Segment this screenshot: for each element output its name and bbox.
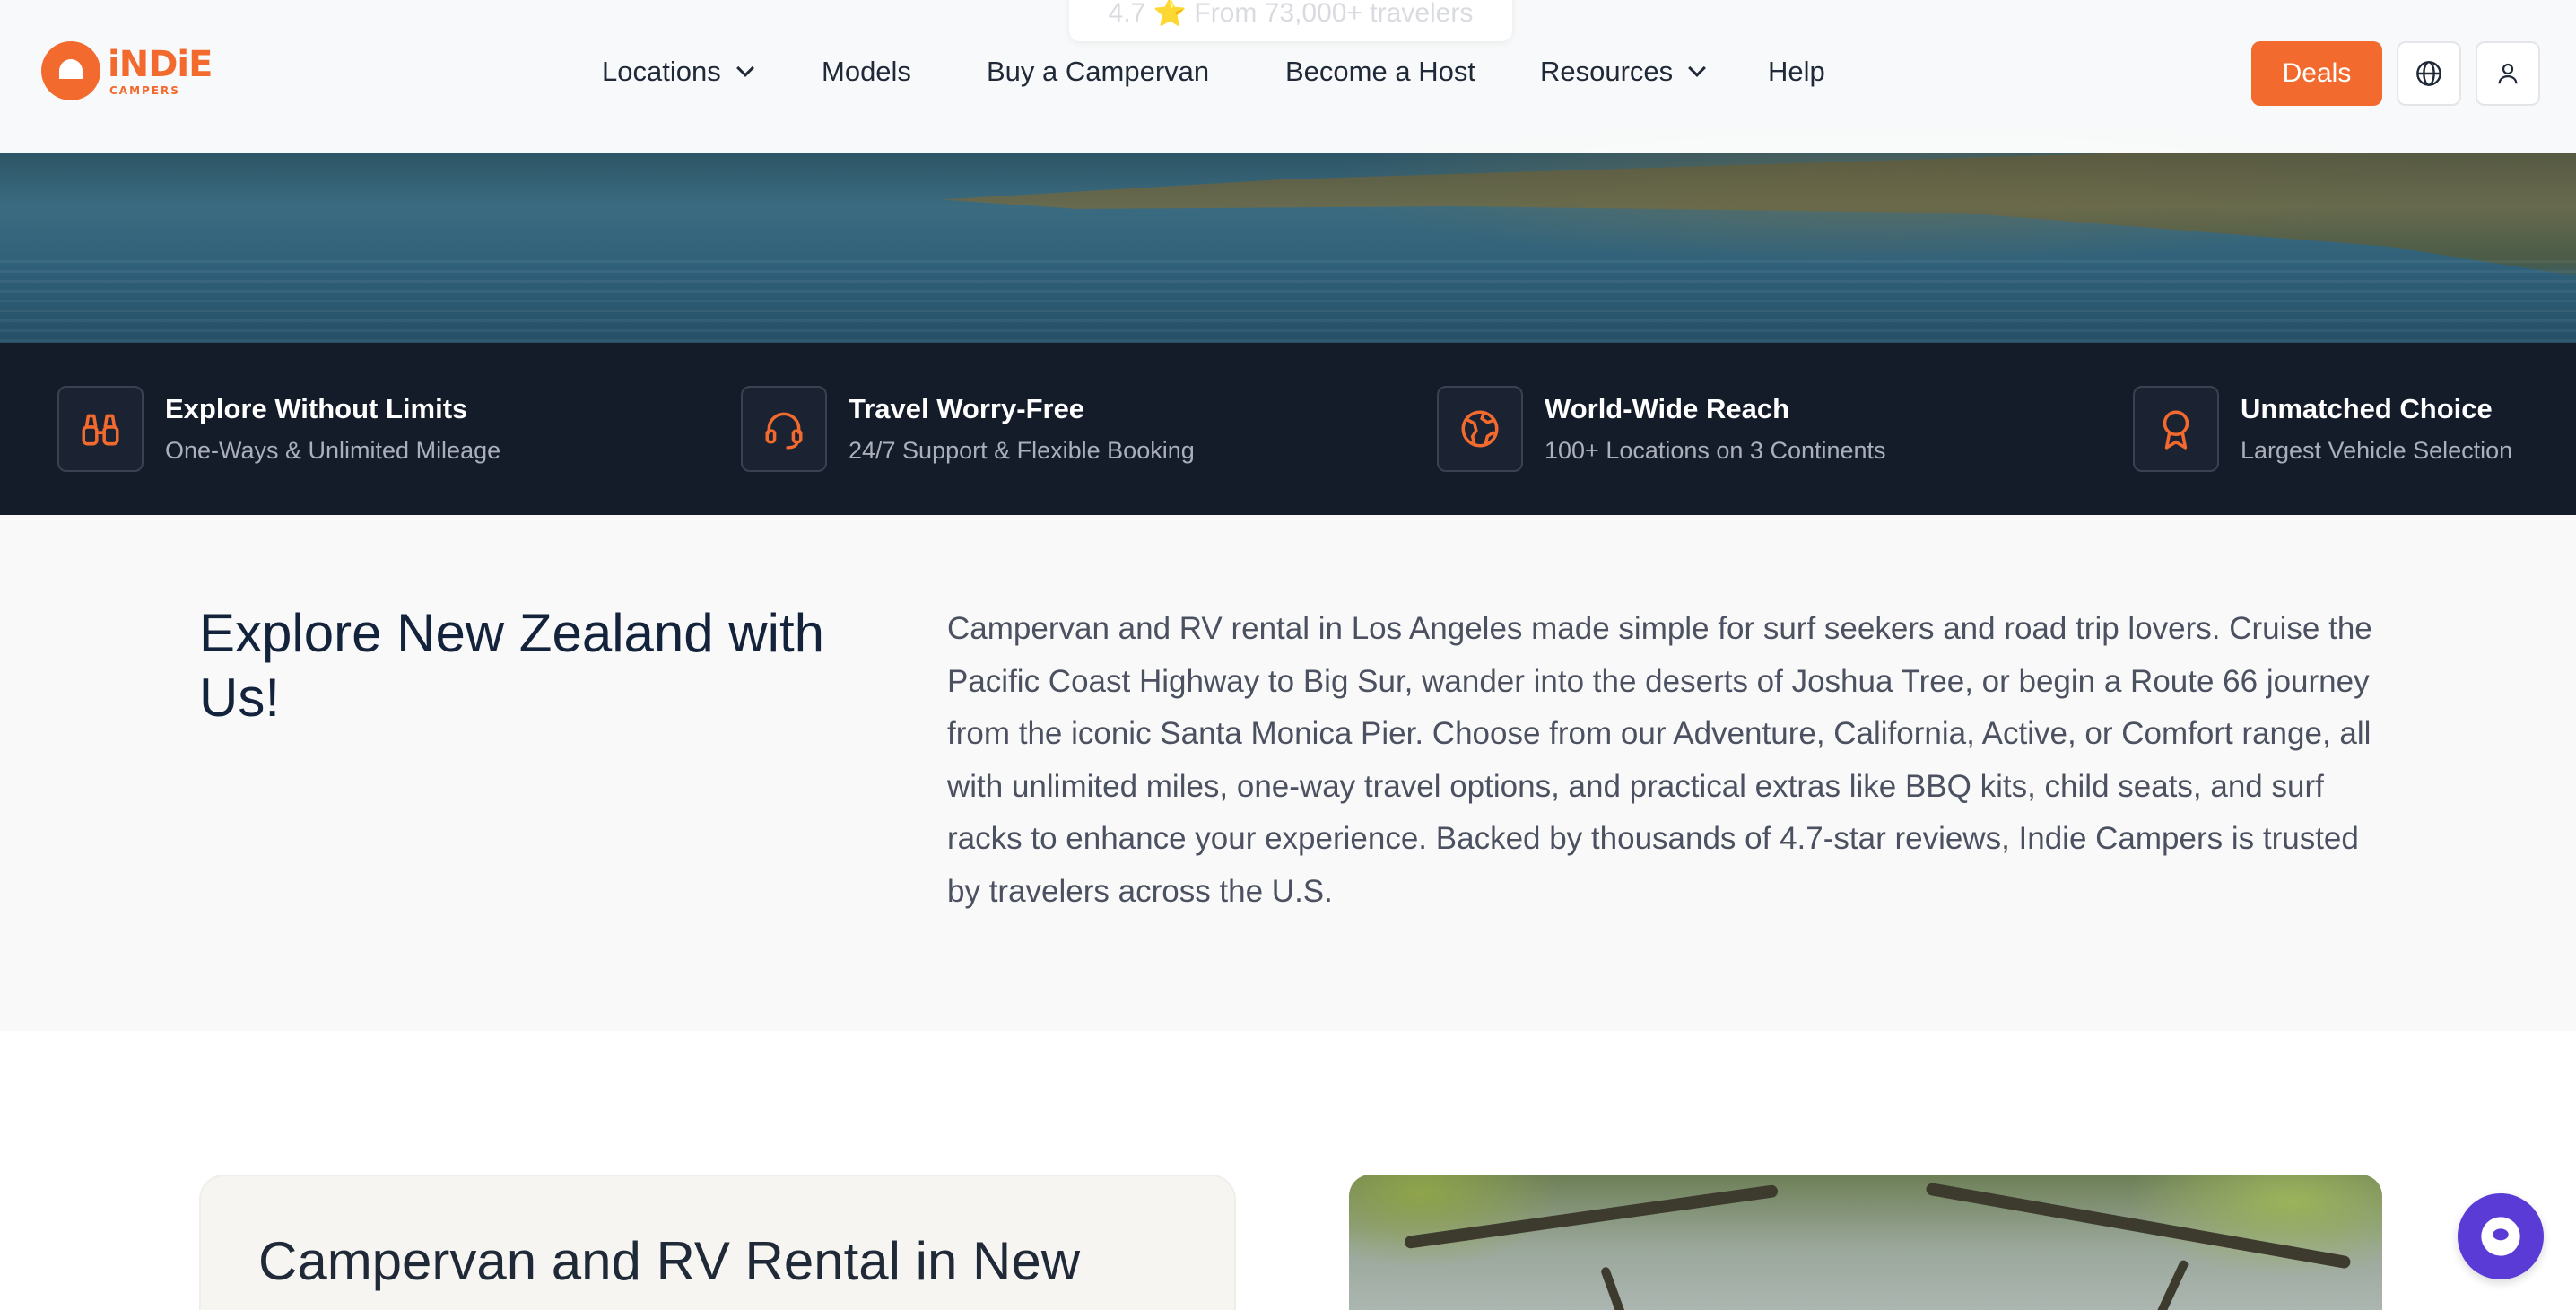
- feature-icon-box: [1437, 386, 1523, 472]
- site-header: iNDiE CAMPERS 4.7 ⭐ From 73,000+ travele…: [0, 0, 2576, 153]
- feature-text: World-Wide Reach 100+ Locations on 3 Con…: [1545, 392, 1886, 466]
- chat-button[interactable]: [2458, 1193, 2544, 1279]
- tree-branch: [1925, 1182, 2352, 1270]
- tree-trunk: [1599, 1265, 1646, 1310]
- feature-text: Explore Without Limits One-Ways & Unlimi…: [165, 392, 500, 466]
- feature-item: Explore Without Limits One-Ways & Unlimi…: [57, 386, 500, 472]
- chat-icon: [2481, 1217, 2520, 1256]
- feature-subtitle: 24/7 Support & Flexible Booking: [849, 437, 1195, 465]
- feature-subtitle: 100+ Locations on 3 Continents: [1545, 437, 1886, 465]
- feature-text: Unmatched Choice Largest Vehicle Selecti…: [2241, 392, 2512, 466]
- language-button[interactable]: [2397, 41, 2461, 106]
- account-button[interactable]: [2476, 41, 2540, 106]
- feature-icon-box: [741, 386, 827, 472]
- feature-icon-box: [2133, 386, 2219, 472]
- nav-resources[interactable]: Resources: [1540, 56, 1707, 88]
- intro-section: Explore New Zealand with Us! Campervan a…: [0, 515, 2576, 1031]
- rating-pill: 4.7 ⭐ From 73,000+ travelers: [1069, 0, 1512, 41]
- rental-section: Campervan and RV Rental in New: [0, 1031, 2576, 1310]
- nav-locations[interactable]: Locations: [602, 56, 754, 88]
- water-ripples: [0, 260, 2576, 343]
- nav-buy-campervan[interactable]: Buy a Campervan: [987, 56, 1209, 88]
- tree-trunk: [2131, 1258, 2190, 1310]
- tree-branch: [1404, 1183, 1779, 1250]
- feature-title: World-Wide Reach: [1545, 393, 1790, 425]
- feature-title: Unmatched Choice: [2241, 393, 2493, 425]
- feature-title: Travel Worry-Free: [849, 393, 1085, 425]
- user-icon: [2498, 63, 2518, 84]
- intro-body: Campervan and RV rental in Los Angeles m…: [947, 611, 2372, 909]
- logo-text: iNDiE CAMPERS: [108, 43, 213, 97]
- nav-resources-label: Resources: [1540, 56, 1674, 87]
- feature-icon-box: [57, 386, 144, 472]
- feature-title: Explore Without Limits: [165, 393, 468, 425]
- logo[interactable]: iNDiE CAMPERS: [41, 41, 213, 100]
- feature-item: Travel Worry-Free 24/7 Support & Flexibl…: [741, 386, 1195, 472]
- logo-word: iNDiE: [108, 43, 213, 85]
- feature-subtitle: One-Ways & Unlimited Mileage: [165, 437, 501, 465]
- binoculars-icon: [82, 414, 119, 446]
- rental-card-title: Campervan and RV Rental in New: [258, 1231, 1081, 1291]
- logo-mark-icon: [41, 41, 100, 100]
- feature-item: Unmatched Choice Largest Vehicle Selecti…: [2133, 386, 2512, 472]
- chevron-down-icon: [1688, 59, 1707, 77]
- award-icon: [2163, 410, 2189, 450]
- rental-photo: [1349, 1175, 2382, 1310]
- nav-help[interactable]: Help: [1768, 56, 1825, 88]
- headset-icon: [765, 412, 803, 450]
- nav-become-host[interactable]: Become a Host: [1285, 56, 1475, 88]
- intro-title: Explore New Zealand with Us!: [199, 603, 825, 728]
- feature-text: Travel Worry-Free 24/7 Support & Flexibl…: [849, 392, 1195, 466]
- feature-subtitle: Largest Vehicle Selection: [2241, 437, 2513, 465]
- globe-icon: [2416, 61, 2441, 86]
- logo-sub: CAMPERS: [109, 83, 180, 97]
- chevron-down-icon: [735, 59, 754, 77]
- globe-icon: [1461, 410, 1499, 448]
- features-bar: Explore Without Limits One-Ways & Unlimi…: [0, 343, 2576, 515]
- nav-locations-label: Locations: [602, 56, 721, 87]
- nav-models[interactable]: Models: [822, 56, 911, 88]
- rental-card: Campervan and RV Rental in New: [199, 1175, 1236, 1310]
- feature-item: World-Wide Reach 100+ Locations on 3 Con…: [1437, 386, 1886, 472]
- deals-button[interactable]: Deals: [2251, 41, 2382, 106]
